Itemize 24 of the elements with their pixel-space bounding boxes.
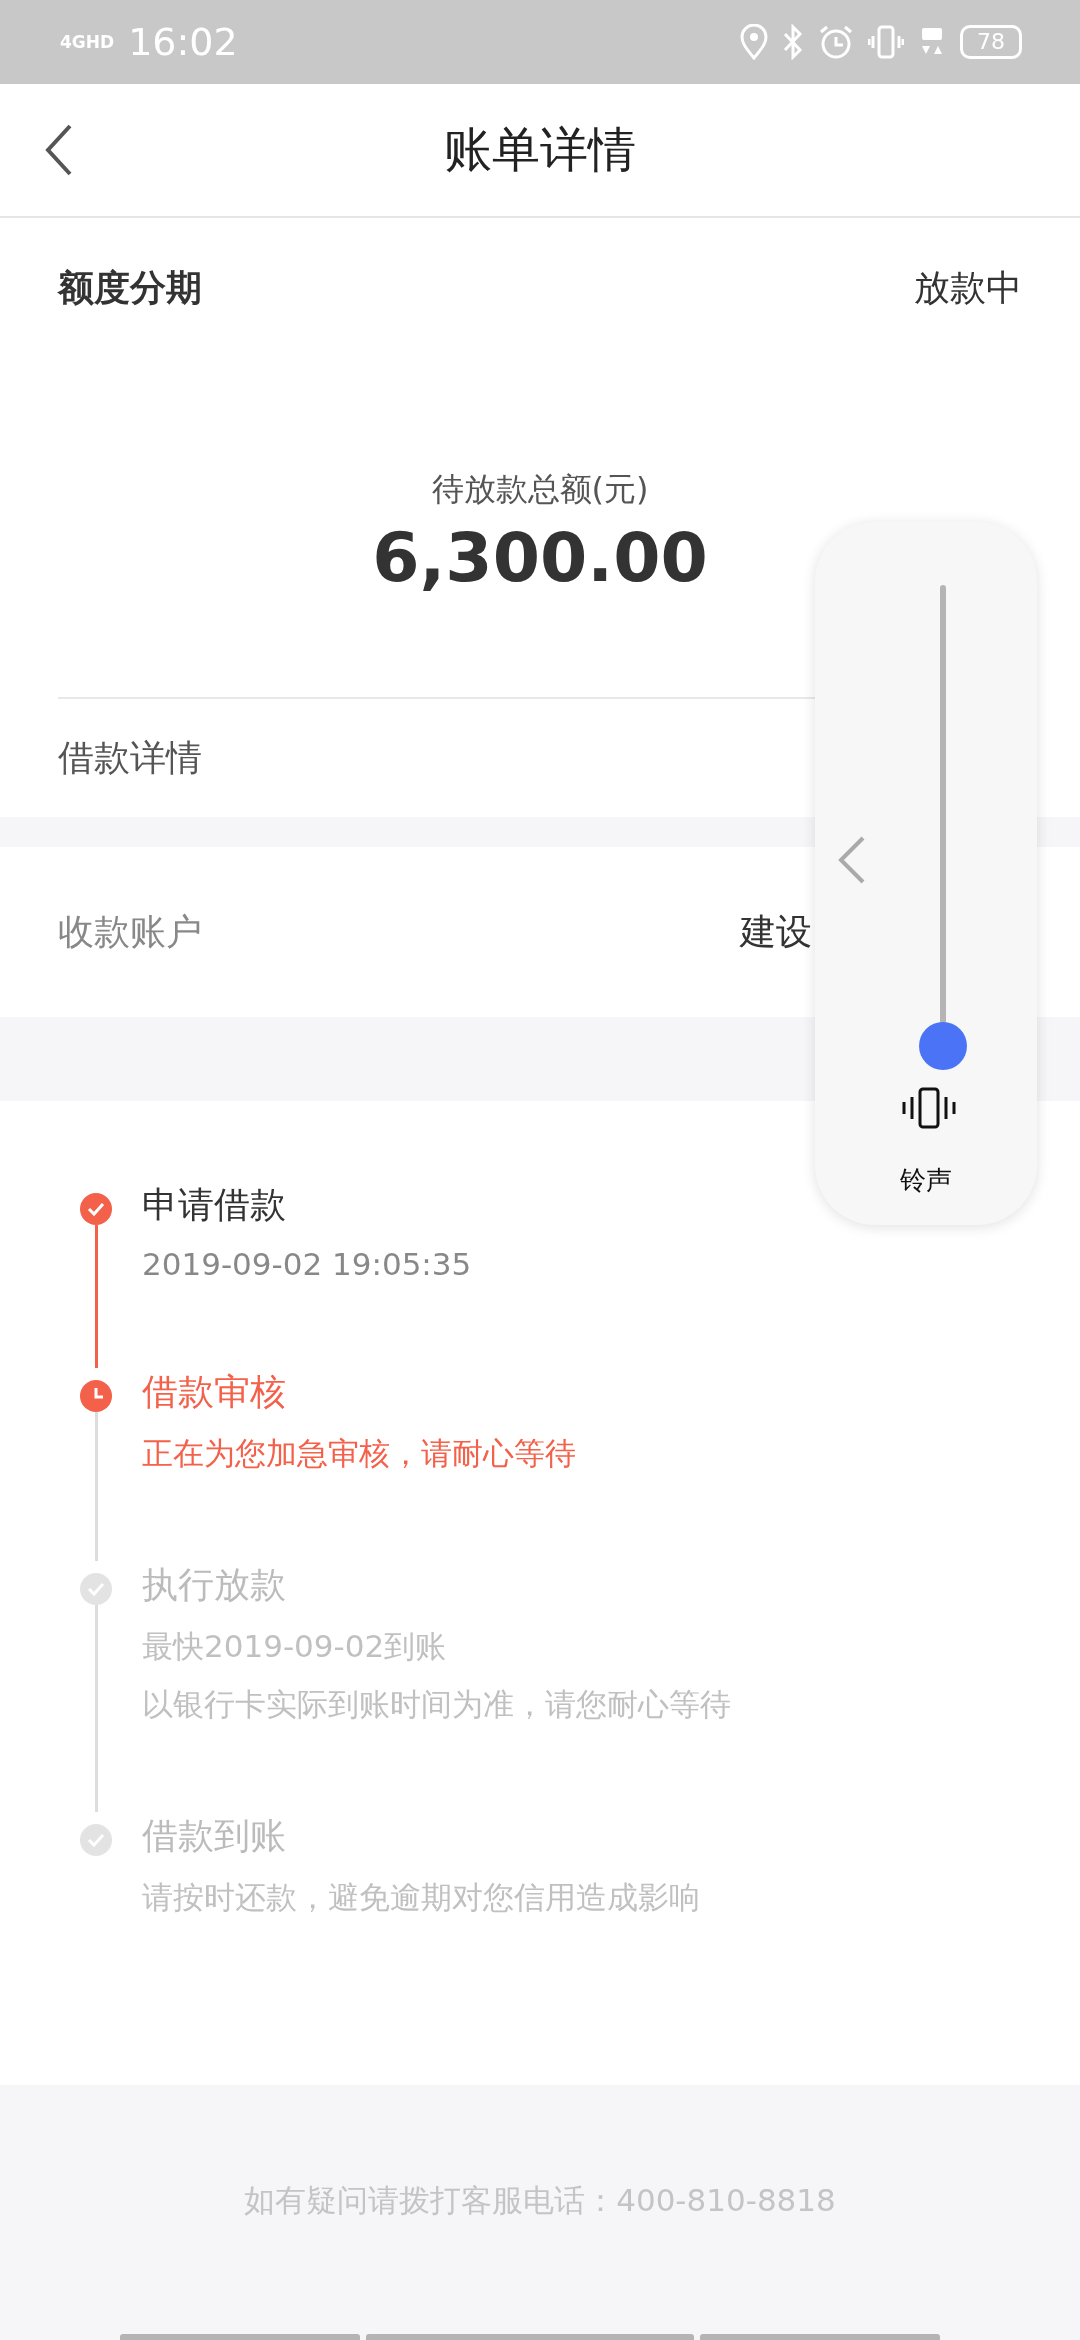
vibrate-icon xyxy=(868,24,904,60)
alarm-icon xyxy=(818,24,854,60)
step-title: 借款审核 xyxy=(142,1370,287,1414)
step-detail: 以银行卡实际到账时间为准，请您耐心等待 xyxy=(142,1685,731,1724)
amount-label: 待放款总额(元) xyxy=(431,469,649,510)
product-name: 额度分期 xyxy=(58,265,202,310)
slider-thumb[interactable] xyxy=(919,1022,967,1070)
bluetooth-icon xyxy=(782,24,804,60)
ring-mode-label: 铃声 xyxy=(899,1167,953,1193)
step-detail: 正在为您加急审核，请耐心等待 xyxy=(142,1434,576,1473)
step-detail: 最快2019-09-02到账 xyxy=(142,1627,448,1666)
account-label: 收款账户 xyxy=(58,909,202,954)
location-icon xyxy=(740,24,768,60)
page-title: 账单详情 xyxy=(444,120,636,179)
loan-status: 放款中 xyxy=(914,265,1022,310)
volume-slider[interactable] xyxy=(919,585,967,1070)
step-detail: 请按时还款，避免逾期对您信用造成影响 xyxy=(142,1878,700,1917)
step-detail: 2019-09-02 19:05:35 xyxy=(142,1246,472,1282)
account-value: 建设 xyxy=(740,909,812,954)
step-title: 申请借款 xyxy=(142,1183,287,1227)
step-title: 执行放款 xyxy=(142,1563,287,1607)
step-title: 借款到账 xyxy=(142,1814,287,1858)
amount-value: 6,300.00 xyxy=(372,518,708,597)
loan-details-link[interactable]: 借款详情 xyxy=(58,733,202,783)
